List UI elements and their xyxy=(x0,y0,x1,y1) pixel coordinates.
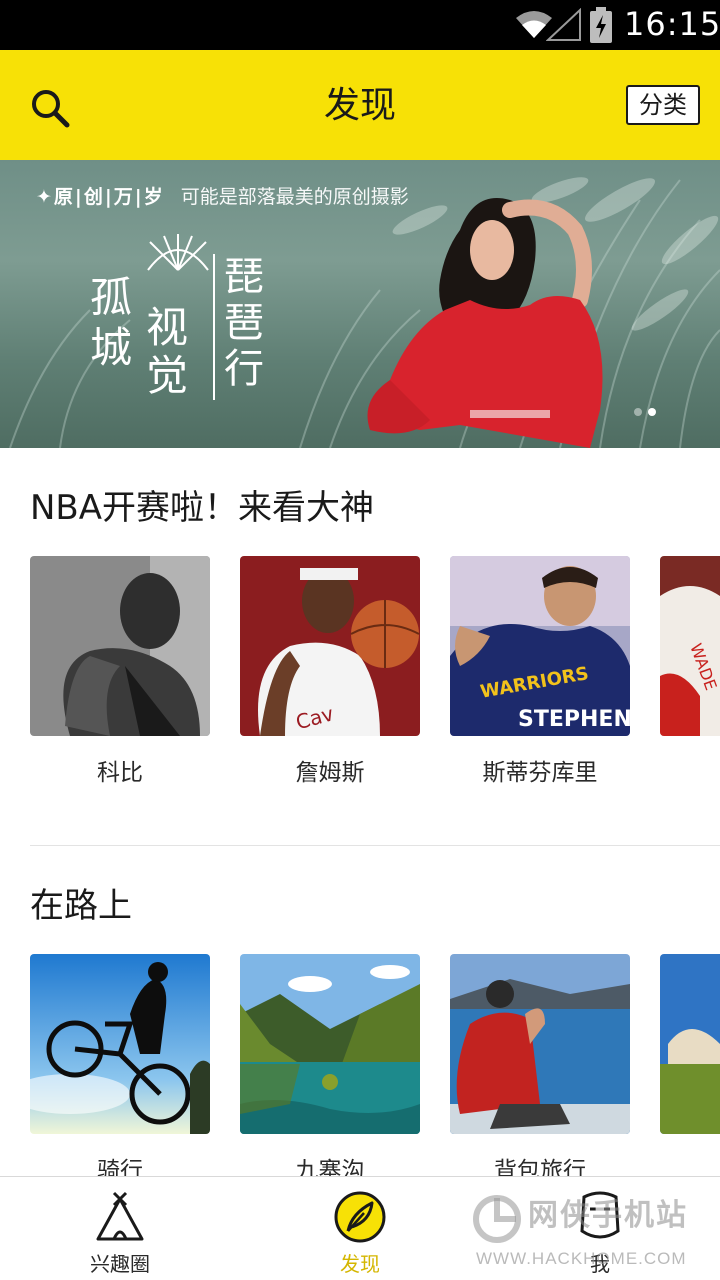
card-label: 詹姆斯 xyxy=(295,760,365,786)
card-label: 斯蒂芬库里 xyxy=(482,760,598,786)
banner-carousel[interactable]: ✦原|创|万|岁 可能是部落最美的原创摄影 孤 视 城 觉 琵 琶 行 xyxy=(0,160,720,448)
page-title: 发现 xyxy=(323,85,396,126)
thumb-partial-4: WADE xyxy=(660,556,720,736)
banner-brand: ✦原|创|万|岁 xyxy=(36,186,165,208)
banner-model-figure xyxy=(367,198,603,448)
svg-text:视: 视 xyxy=(146,303,188,352)
nav-label: 我 xyxy=(590,1252,610,1276)
thumb-kobe xyxy=(30,556,210,736)
card-backpacking[interactable]: 背包旅行 xyxy=(450,954,630,1176)
card-curry[interactable]: WARRIORS STEPHEN 斯蒂芬库里 xyxy=(450,556,630,786)
tent-icon xyxy=(96,1191,144,1241)
card-jiuzhaigou[interactable]: 九寨沟 xyxy=(240,954,420,1176)
card-row-road[interactable]: 骑行 九寨沟 背包旅行 xyxy=(30,954,720,1176)
svg-text:琵: 琵 xyxy=(224,254,264,300)
category-button[interactable]: 分类 xyxy=(626,85,700,125)
thumb-curry: WARRIORS STEPHEN xyxy=(450,556,630,736)
section-divider xyxy=(30,845,720,846)
card-label: 中 xyxy=(660,1154,720,1176)
thumb-backpacking xyxy=(450,954,630,1134)
thumb-jiuzhaigou xyxy=(240,954,420,1134)
card-label: 科比 xyxy=(97,760,143,786)
nav-interest-circle[interactable]: 兴趣圈 xyxy=(0,1177,240,1280)
svg-text:琶: 琶 xyxy=(224,300,264,346)
thumb-james: Cav xyxy=(240,556,420,736)
card-james[interactable]: Cav 詹姆斯 xyxy=(240,556,420,786)
card-partial-yurt[interactable]: 中 xyxy=(660,954,720,1134)
card-kobe[interactable]: 科比 xyxy=(30,556,210,786)
svg-text:STEPHEN: STEPHEN xyxy=(518,707,630,732)
status-bar: 16:15 xyxy=(0,0,720,50)
face-icon xyxy=(580,1191,620,1239)
svg-text:觉: 觉 xyxy=(146,351,188,400)
cell-signal-icon xyxy=(546,8,581,41)
card-label: 背包旅行 xyxy=(494,1158,586,1176)
app-header: 发现 分类 xyxy=(0,50,720,160)
svg-text:孤: 孤 xyxy=(90,273,132,322)
nav-label: 兴趣圈 xyxy=(90,1252,150,1276)
banner-logo: 孤 视 城 觉 琵 琶 行 xyxy=(90,234,264,400)
bottom-navigation: 兴趣圈 发现 我 xyxy=(0,1176,720,1280)
card-label: 九寨沟 xyxy=(295,1158,365,1176)
svg-text:城: 城 xyxy=(90,323,132,372)
card-row-nba[interactable]: 科比 Cav 詹姆斯 WARRIORS STEPHEN 斯蒂芬库里 WADE xyxy=(30,556,720,816)
section-title-on-the-road: 在路上 xyxy=(30,886,132,926)
nav-label: 发现 xyxy=(340,1252,380,1276)
banner-page-dot-active[interactable] xyxy=(648,408,656,416)
banner-page-dot[interactable] xyxy=(634,408,642,416)
card-partial-4[interactable]: WADE xyxy=(660,556,720,736)
card-label: 骑行 xyxy=(97,1158,143,1176)
thumb-cycling xyxy=(30,954,210,1134)
status-time: 16:15 xyxy=(624,5,720,43)
feather-icon xyxy=(334,1191,386,1243)
nav-me[interactable]: 我 xyxy=(480,1177,720,1280)
card-cycling[interactable]: 骑行 xyxy=(30,954,210,1176)
section-title-nba: NBA开赛啦！来看大神 xyxy=(30,488,375,528)
svg-text:行: 行 xyxy=(224,346,264,392)
thumb-yurt xyxy=(660,954,720,1134)
nav-discover[interactable]: 发现 xyxy=(240,1177,480,1280)
battery-charging-icon xyxy=(590,7,612,43)
